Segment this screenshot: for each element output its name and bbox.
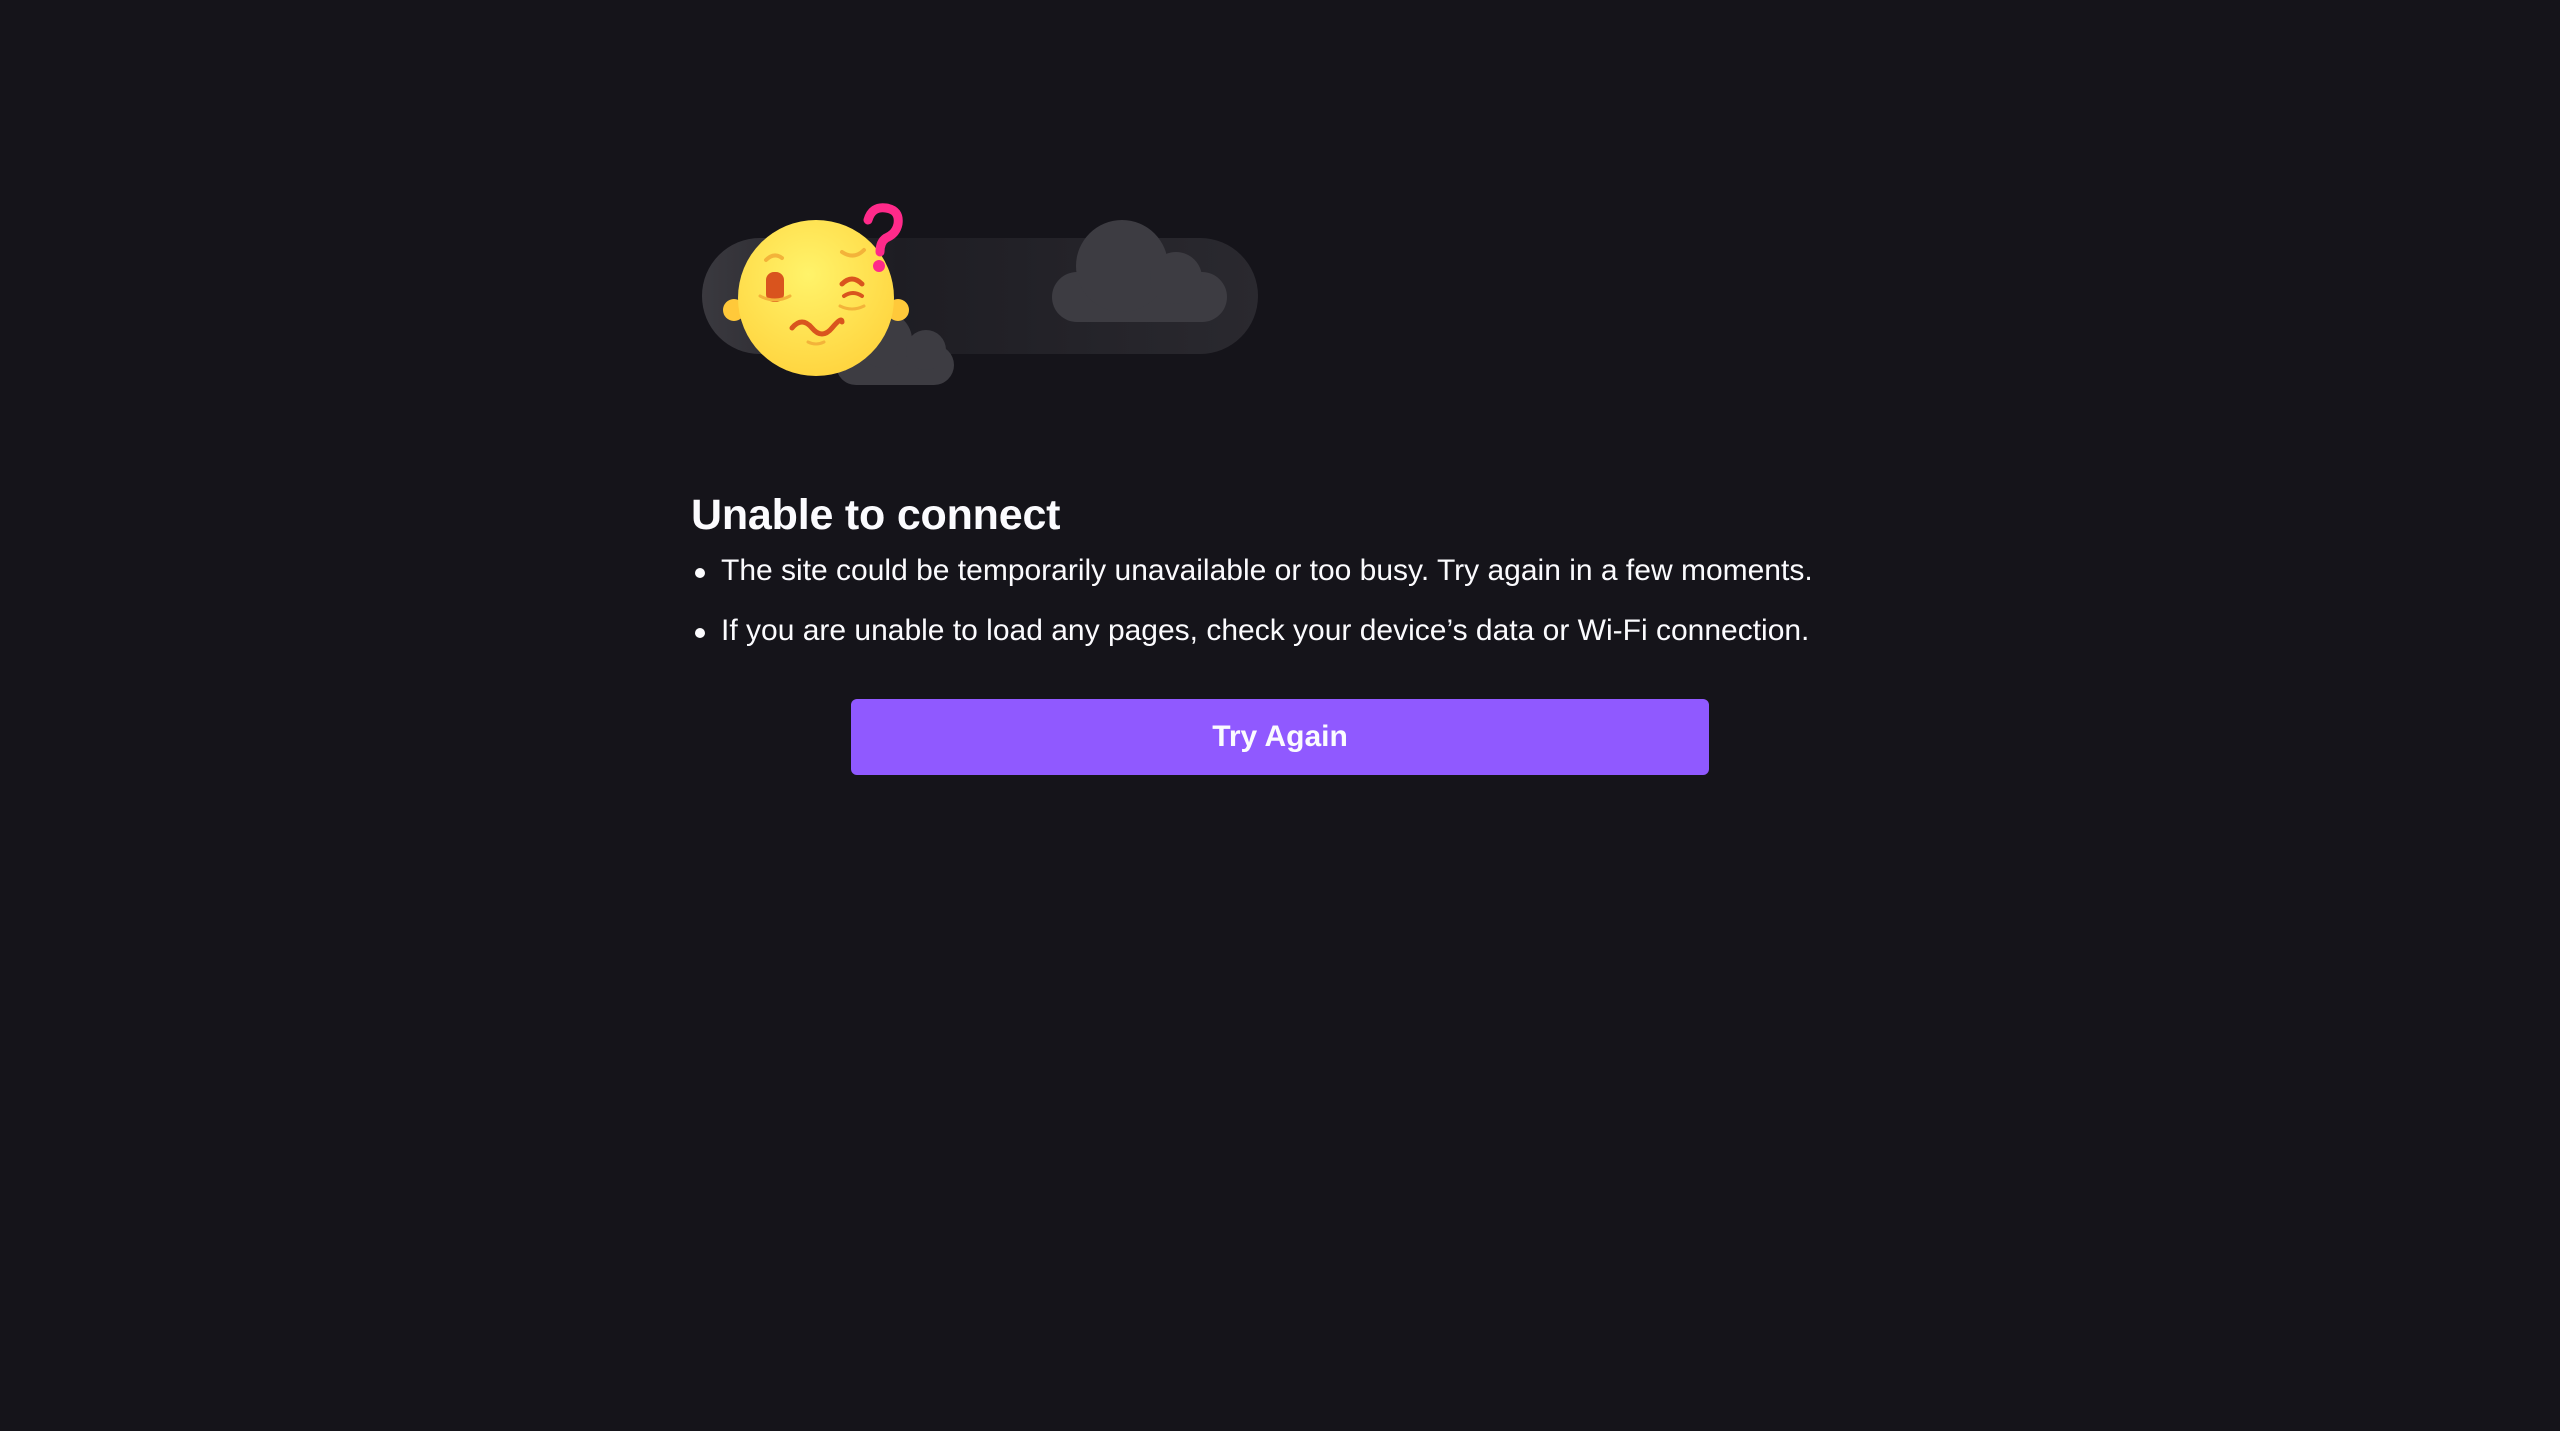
connection-error-illustration: [696, 200, 1266, 390]
bullet-dot: [695, 568, 705, 578]
error-page: Unable to connect The site could be temp…: [0, 0, 2560, 1431]
cloud-icon: [1052, 220, 1227, 322]
suggestion-item: The site could be temporarily unavailabl…: [691, 551, 1891, 591]
suggestion-text: The site could be temporarily unavailabl…: [721, 554, 1813, 587]
bullet-dot: [695, 628, 705, 638]
error-suggestions-list: The site could be temporarily unavailabl…: [691, 551, 1891, 651]
suggestion-item: If you are unable to load any pages, che…: [691, 611, 1891, 651]
error-content: Unable to connect The site could be temp…: [691, 487, 1891, 671]
confused-face-with-clouds-icon: [702, 203, 1258, 385]
suggestion-text: If you are unable to load any pages, che…: [721, 614, 1810, 647]
try-again-button[interactable]: Try Again: [851, 699, 1709, 775]
page-title: Unable to connect: [691, 491, 1061, 539]
